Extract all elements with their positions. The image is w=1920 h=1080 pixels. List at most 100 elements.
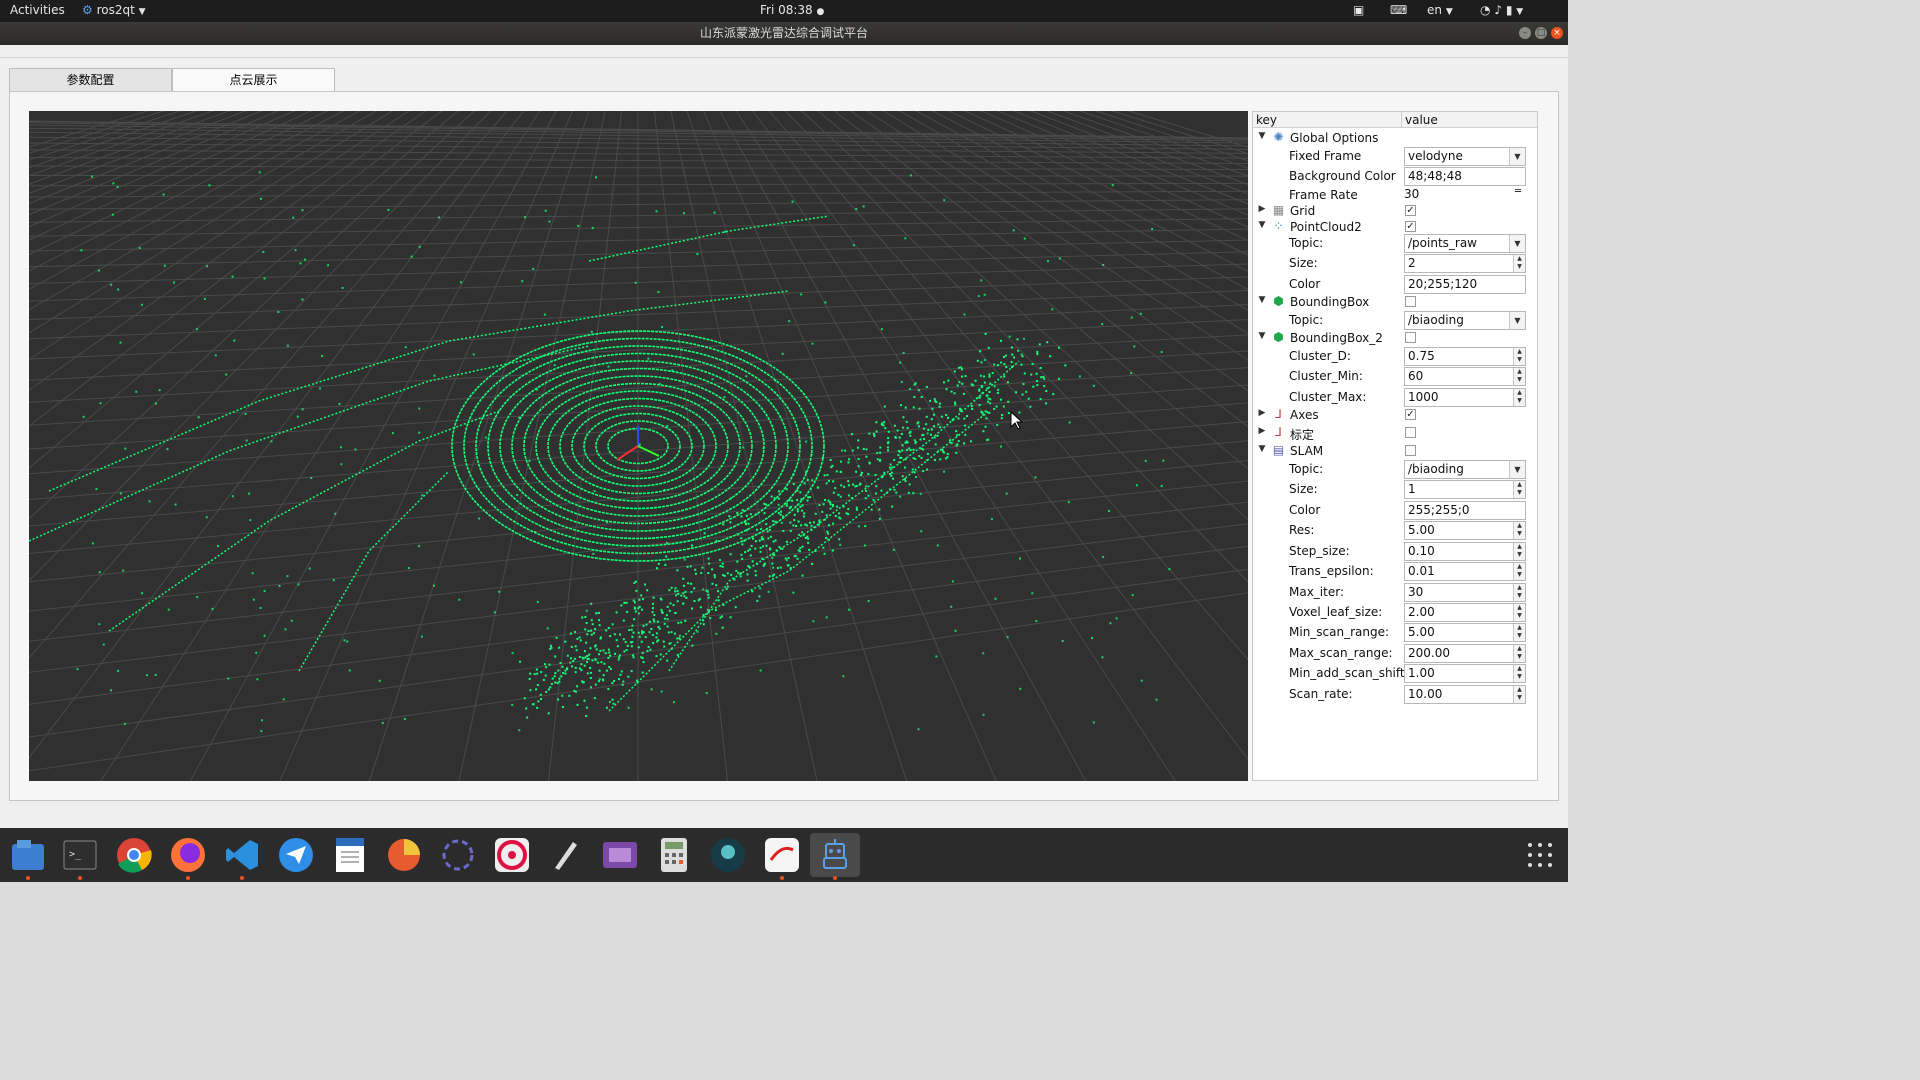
toolbar-grip[interactable] [0, 45, 1568, 58]
spin-arrows-icon[interactable]: ▲ ▼ [1513, 348, 1525, 365]
optical-drive-icon[interactable] [490, 833, 534, 877]
ros2qt-robot-icon[interactable] [810, 833, 860, 880]
slam-color-label: Color [1289, 503, 1321, 517]
keyboard-icon[interactable]: ⌨ [1390, 3, 1407, 17]
video-editor-icon[interactable] [598, 833, 642, 877]
spin-arrows-icon[interactable]: ▲ ▼ [1513, 563, 1525, 580]
clock[interactable]: Fri 08:38 ● [760, 3, 824, 17]
fixed-frame-select[interactable]: velodyne ▼ [1404, 147, 1526, 166]
wps-icon[interactable] [760, 833, 804, 880]
tab-pointcloud[interactable]: 点云展示 [172, 68, 335, 92]
calibration-checkbox[interactable] [1405, 427, 1416, 438]
app-menu[interactable]: ⚙ ros2qt ▼ [82, 3, 146, 17]
feishu-icon[interactable] [274, 833, 318, 877]
terminal-icon[interactable]: >_ [58, 833, 102, 880]
chevron-down-icon[interactable]: ▼ [1509, 461, 1525, 478]
min-add-scan-shift-spinbox[interactable]: 1.00 ▲ ▼ [1404, 664, 1526, 683]
cube-icon: ⬢ [1273, 330, 1284, 344]
writer-icon[interactable] [328, 833, 372, 877]
cluster-min-spinbox[interactable]: 60 ▲ ▼ [1404, 367, 1526, 386]
spin-arrows-icon[interactable]: ▲ ▼ [1513, 584, 1525, 601]
spin-arrows-icon[interactable]: ▲ ▼ [1513, 481, 1525, 498]
step-size-spinbox[interactable]: 0.10 ▲ ▼ [1404, 542, 1526, 561]
res-spinbox[interactable]: 5.00 ▲ ▼ [1404, 521, 1526, 540]
pc-color-input[interactable]: 20;255;120 [1404, 275, 1526, 294]
spin-arrows-icon[interactable]: ▲ ▼ [1513, 543, 1525, 560]
gitkraken-icon[interactable] [706, 833, 750, 877]
calibration-row[interactable]: ▶ ⅃ 标定 [1253, 424, 1537, 442]
boundingbox-row[interactable]: ▼ ⬢ BoundingBox [1253, 293, 1537, 311]
collapse-arrow-icon[interactable]: ▶ [1257, 408, 1267, 418]
chrome-icon[interactable] [112, 833, 156, 877]
slam-topic-value: /biaoding [1408, 462, 1464, 476]
max-iter-spinbox[interactable]: 30 ▲ ▼ [1404, 583, 1526, 602]
frame-rate-value[interactable]: 30 [1404, 187, 1419, 201]
input-language-menu[interactable]: en ▼ [1427, 3, 1453, 17]
expand-arrow-icon[interactable]: ▼ [1257, 331, 1267, 341]
text-editor-icon[interactable] [544, 833, 588, 877]
min-scan-range-spinbox[interactable]: 5.00 ▲ ▼ [1404, 623, 1526, 642]
collapse-arrow-icon[interactable]: ▶ [1257, 204, 1267, 214]
global-options-row[interactable]: ▼ ✺ Global Options [1253, 129, 1537, 147]
slam-color-input[interactable]: 255;255;0 [1404, 501, 1526, 520]
slam-checkbox[interactable] [1405, 445, 1416, 456]
bb-topic-select[interactable]: /biaoding ▼ [1404, 311, 1526, 330]
disk-usage-icon[interactable] [382, 833, 426, 877]
show-apps-grid-icon[interactable] [1518, 833, 1562, 877]
firefox-icon[interactable] [166, 833, 210, 880]
boundingbox-checkbox[interactable] [1405, 296, 1416, 307]
minimize-button[interactable]: – [1519, 27, 1531, 39]
screen-recording-icon[interactable]: ▣ [1353, 3, 1364, 17]
activities-button[interactable]: Activities [10, 3, 65, 17]
expand-arrow-icon[interactable]: ▼ [1257, 295, 1267, 305]
pointcloud-viewport[interactable] [29, 111, 1248, 781]
pointcloud2-checkbox[interactable]: ✓ [1405, 221, 1416, 232]
chevron-down-icon[interactable]: ▼ [1509, 235, 1525, 252]
spin-arrows-icon[interactable]: ▲ ▼ [1513, 686, 1525, 703]
close-button[interactable]: × [1551, 27, 1563, 39]
slam-size-spinbox[interactable]: 1 ▲ ▼ [1404, 480, 1526, 499]
background-color-input[interactable]: 48;48;48 [1404, 167, 1526, 186]
cluster-max-spinbox[interactable]: 1000 ▲ ▼ [1404, 388, 1526, 407]
boundingbox2-checkbox[interactable] [1405, 332, 1416, 343]
spin-arrows-icon[interactable]: ▲ ▼ [1513, 604, 1525, 621]
spin-arrows-icon[interactable]: ▲ ▼ [1513, 624, 1525, 641]
spin-arrows-icon[interactable]: ▲ ▼ [1513, 368, 1525, 385]
maximize-button[interactable]: □ [1535, 27, 1547, 39]
voxel-leaf-size-spinbox[interactable]: 2.00 ▲ ▼ [1404, 603, 1526, 622]
axes-row[interactable]: ▶ ⅃ Axes ✓ [1253, 406, 1537, 424]
chevron-down-icon[interactable]: ▼ [1509, 148, 1525, 165]
system-menu[interactable]: ◔ ♪ ▮ ▼ [1480, 3, 1523, 17]
calculator-icon[interactable] [652, 833, 696, 877]
tab-params[interactable]: 参数配置 [9, 68, 172, 91]
spin-arrows-icon[interactable]: ▲ ▼ [1513, 389, 1525, 406]
spin-arrows-icon[interactable]: ▲ ▼ [1513, 522, 1525, 539]
pc-topic-select[interactable]: /points_raw ▼ [1404, 234, 1526, 253]
files-icon[interactable] [6, 833, 50, 880]
chevron-down-icon[interactable]: ▼ [1509, 312, 1525, 329]
window-title-bar[interactable]: 山东派蒙激光雷达综合调试平台 – □ × [0, 22, 1568, 45]
cluster-d-spinbox[interactable]: 0.75 ▲ ▼ [1404, 347, 1526, 366]
grid-checkbox[interactable]: ✓ [1405, 205, 1416, 216]
spin-arrows-icon[interactable]: ▲ ▼ [1513, 255, 1525, 272]
network-icon[interactable] [436, 833, 480, 877]
max-scan-range-spinbox[interactable]: 200.00 ▲ ▼ [1404, 644, 1526, 663]
trans-epsilon-spinbox[interactable]: 0.01 ▲ ▼ [1404, 562, 1526, 581]
boundingbox2-row[interactable]: ▼ ⬢ BoundingBox_2 [1253, 329, 1537, 347]
slam-topic-select[interactable]: /biaoding ▼ [1404, 460, 1526, 479]
expand-arrow-icon[interactable]: ▼ [1257, 131, 1267, 141]
expand-arrow-icon[interactable]: ▼ [1257, 444, 1267, 454]
expand-arrow-icon[interactable]: ▼ [1257, 220, 1267, 230]
slam-row[interactable]: ▼ ▤ SLAM [1253, 442, 1537, 460]
clock-label: Fri 08:38 [760, 3, 813, 17]
spin-arrows-icon[interactable]: ▲ ▼ [1513, 645, 1525, 662]
slam-topic-row: Topic: /biaoding ▼ [1253, 460, 1537, 479]
slider-handle-icon[interactable]: ═ [1515, 186, 1521, 197]
scan-rate-spinbox[interactable]: 10.00 ▲ ▼ [1404, 685, 1526, 704]
background-color-value: 48;48;48 [1408, 169, 1462, 183]
axes-checkbox[interactable]: ✓ [1405, 409, 1416, 420]
vscode-icon[interactable] [220, 833, 264, 880]
pc-size-spinbox[interactable]: 2 ▲ ▼ [1404, 254, 1526, 273]
spin-arrows-icon[interactable]: ▲ ▼ [1513, 665, 1525, 682]
collapse-arrow-icon[interactable]: ▶ [1257, 426, 1267, 436]
